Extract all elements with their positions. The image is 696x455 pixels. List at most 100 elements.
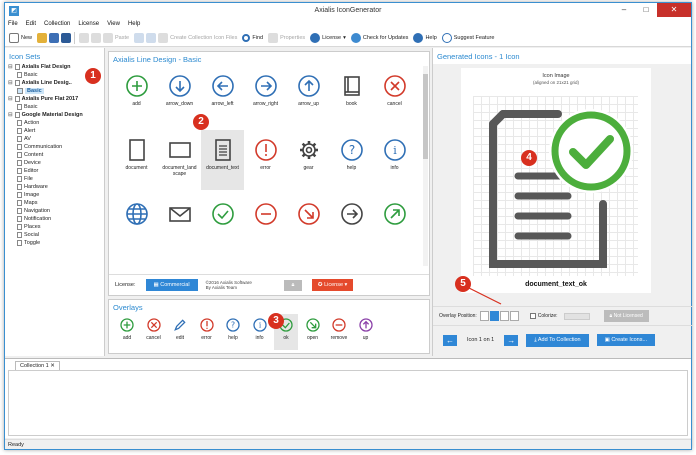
tree-item[interactable]: Places	[5, 223, 104, 231]
overlay-cell[interactable]: remove	[327, 314, 351, 350]
new-button[interactable]: New	[9, 32, 32, 43]
overlay-cell[interactable]: up	[354, 314, 378, 350]
menu-edit[interactable]: Edit	[26, 21, 36, 27]
check-updates-button[interactable]: Check for Updates	[350, 32, 408, 43]
tree-item[interactable]: Basic	[5, 103, 104, 111]
tree-item[interactable]: ⊟ Google Material Design	[5, 111, 104, 119]
tree-item[interactable]: Navigation	[5, 207, 104, 215]
globe-icon	[125, 203, 148, 225]
properties-button[interactable]: Properties	[268, 32, 305, 43]
tree-item[interactable]: Alert	[5, 127, 104, 135]
icon-cell[interactable]	[330, 194, 373, 254]
next-icon-button[interactable]: →	[504, 334, 519, 346]
previous-icon-button[interactable]: ←	[443, 334, 457, 346]
menu-file[interactable]: File	[8, 21, 18, 27]
tree-item[interactable]: Maps	[5, 199, 104, 207]
icon-cell[interactable]: gear	[287, 130, 330, 190]
tree-item[interactable]: Action	[5, 119, 104, 127]
overlay-cell[interactable]: add	[115, 314, 139, 350]
icon-grid-scrollbar[interactable]	[423, 66, 428, 266]
tree-item[interactable]: Social	[5, 231, 104, 239]
colorize-swatch[interactable]	[563, 312, 590, 320]
colorize-checkbox[interactable]	[529, 313, 536, 319]
position-top-left-button[interactable]	[479, 311, 489, 321]
save-all-icon[interactable]	[61, 32, 72, 43]
position-bottom-left-button[interactable]	[499, 311, 509, 321]
help-button[interactable]: Help	[413, 32, 437, 43]
create-collection-button[interactable]: Create Collection Icon Files	[158, 32, 237, 43]
collapse-toggle-icon[interactable]: ⊟	[8, 112, 13, 118]
redo-icon[interactable]	[146, 32, 157, 43]
icon-cell[interactable]: cancel	[373, 66, 416, 126]
open-folder-icon[interactable]	[37, 32, 48, 43]
collapse-toggle-icon[interactable]: ⊟	[8, 80, 13, 86]
tree-item[interactable]: Notification	[5, 215, 104, 223]
tree-item[interactable]: Editor	[5, 167, 104, 175]
menu-collection[interactable]: Collection	[44, 21, 70, 27]
add-to-collection-button[interactable]: ⤓ Add To Collection	[526, 333, 589, 347]
tree-item-label: Axialis Flat Design	[21, 64, 71, 70]
maximize-button[interactable]: □	[635, 3, 657, 17]
cut-icon[interactable]	[79, 32, 90, 43]
icon-cell[interactable]: add	[115, 66, 158, 126]
tree-item[interactable]: Hardware	[5, 183, 104, 191]
tree-item[interactable]: Basic	[5, 87, 104, 95]
icon-cell[interactable]	[158, 194, 201, 254]
undo-icon[interactable]	[134, 32, 145, 43]
position-top-right-button[interactable]	[489, 311, 499, 321]
tree-item-label: Communication	[24, 144, 63, 150]
icon-cell[interactable]	[244, 194, 287, 254]
suggest-feature-button[interactable]: Suggest Feature	[441, 32, 494, 43]
tree-item[interactable]: AV	[5, 135, 104, 143]
icon-cell[interactable]: document_land scape	[158, 130, 201, 190]
overlay-label: up	[362, 335, 369, 341]
license-button[interactable]: License ▾	[310, 32, 346, 43]
menu-view[interactable]: View	[107, 21, 120, 27]
icon-cell[interactable]: document	[115, 130, 158, 190]
overlay-cell[interactable]: open	[301, 314, 325, 350]
save-icon[interactable]	[49, 32, 60, 43]
collapse-toggle-icon[interactable]: ⊟	[8, 96, 13, 102]
collapse-toggle-icon[interactable]: ⊟	[8, 64, 13, 70]
tree-item[interactable]: Device	[5, 159, 104, 167]
colorize-option[interactable]: Colorize:	[529, 312, 590, 320]
icon-cell[interactable]: document_text	[201, 130, 244, 190]
tree-item[interactable]: Toggle	[5, 239, 104, 247]
license-dropdown-button[interactable]: ✪ License ▾	[311, 279, 354, 291]
menu-help[interactable]: Help	[128, 21, 140, 27]
overlay-cell[interactable]: cancel	[142, 314, 166, 350]
minimize-button[interactable]: –	[613, 3, 635, 17]
icon-cell[interactable]	[115, 194, 158, 254]
collection-tab[interactable]: Collection 1 ✕	[15, 361, 60, 370]
paste-button[interactable]: Paste	[103, 32, 129, 43]
overlay-cell[interactable]: edit	[168, 314, 192, 350]
overlay-cell[interactable]: error	[195, 314, 219, 350]
close-button[interactable]: ✕	[657, 3, 691, 17]
create-icons-label: Create Icons...	[611, 337, 648, 343]
icon-cell[interactable]	[201, 194, 244, 254]
icon-cell[interactable]: ? help	[330, 130, 373, 190]
icon-cell[interactable]	[287, 194, 330, 254]
lock-button[interactable]: 🔒︎	[283, 279, 302, 291]
copy-icon[interactable]	[91, 32, 102, 43]
menu-license[interactable]: License	[78, 21, 99, 27]
tree-item[interactable]: File	[5, 175, 104, 183]
not-licensed-button[interactable]: 🔒︎ Not Licensed	[603, 310, 649, 322]
tree-item[interactable]: ⊟ Axialis Pure Flat 2017	[5, 95, 104, 103]
tree-item[interactable]: Image	[5, 191, 104, 199]
position-bottom-right-button[interactable]	[509, 311, 519, 321]
tree-item[interactable]: Communication	[5, 143, 104, 151]
marker-5-pointer	[468, 287, 502, 305]
icon-cell[interactable]: i info	[373, 130, 416, 190]
create-icons-button[interactable]: ▣ Create Icons...	[596, 334, 656, 346]
tree-item[interactable]: Content	[5, 151, 104, 159]
icon-cell[interactable]: book	[330, 66, 373, 126]
icon-cell[interactable]: arrow_up	[287, 66, 330, 126]
icon-cell[interactable]: error	[244, 130, 287, 190]
icon-cell[interactable]	[373, 194, 416, 254]
icon-cell[interactable]: arrow_right	[244, 66, 287, 126]
commercial-button[interactable]: ▦ Commercial	[145, 279, 198, 291]
overlay-cell[interactable]: ? help	[221, 314, 245, 350]
find-button[interactable]: Find	[242, 33, 263, 42]
scrollbar-thumb[interactable]	[423, 74, 428, 159]
